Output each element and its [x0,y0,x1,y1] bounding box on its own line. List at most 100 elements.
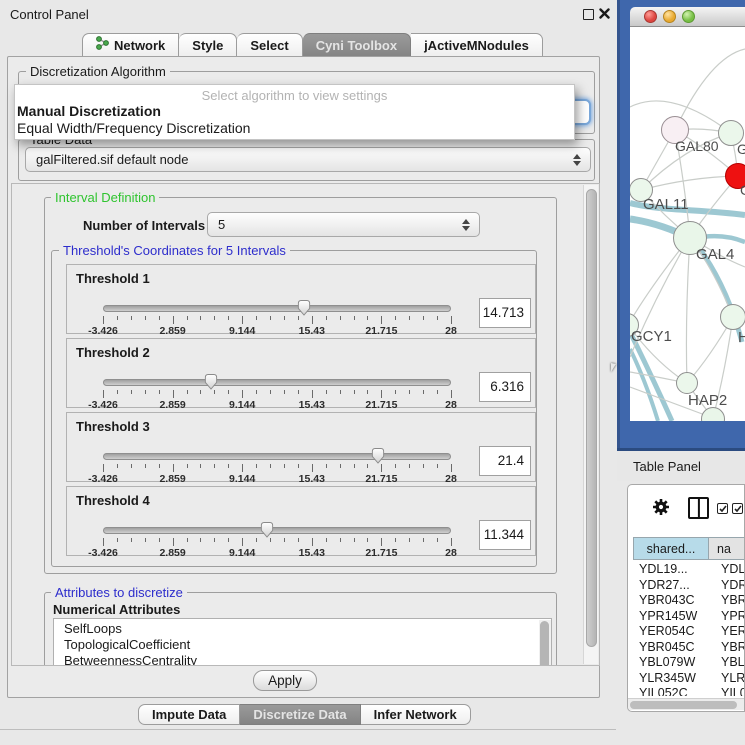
threshold-slider[interactable]: -3.4262.8599.14415.4321.71528 [103,525,451,555]
network-node-label: GAL11 [643,196,689,213]
slider-track[interactable] [103,305,451,312]
table-panel-title: Table Panel [633,459,701,474]
control-panel: Control Panel Network Style Select Cyni … [0,0,616,730]
network-canvas[interactable]: GAL80GCGAL11GAL4GCY1HHAP2 [630,27,745,421]
table-panel-titlebar: Table Panel [617,451,745,481]
slider-ticks [103,390,451,399]
threshold-label: Threshold 4 [76,493,150,508]
table-row[interactable]: YBL079WYBL0 [633,655,745,671]
slider-track[interactable] [103,453,451,460]
gear-icon[interactable] [652,498,670,519]
threshold-label: Threshold 2 [76,345,150,360]
table-header-row: shared... na [633,537,745,560]
algorithm-placeholder: Select algorithm to view settings [15,85,574,103]
slider-tick-labels: -3.4262.8599.14415.4321.71528 [103,325,451,337]
tab-impute-data[interactable]: Impute Data [138,704,240,725]
number-of-intervals-combobox[interactable]: 5 [207,212,480,237]
threshold-4-box: Threshold 4 -3.4262.8599.14415.4321.7152… [66,486,536,556]
network-node-label: H [738,329,745,346]
attribute-list-item[interactable]: SelfLoops [64,621,551,637]
table-panel: shared... na YDL19...YDL1YDR27...YDR2YBR… [627,484,745,712]
checkbox-icon[interactable] [717,503,728,514]
settings-vertical-scrollbar[interactable] [583,185,598,664]
threshold-label: Threshold 1 [76,271,150,286]
column-header-shared-name[interactable]: shared... [633,537,709,560]
list-scrollbar[interactable] [539,620,551,666]
threshold-3-box: Threshold 3 -3.4262.8599.14415.4321.7152… [66,412,536,482]
slider-thumb[interactable] [296,299,311,317]
popup-item-manual-discretization[interactable]: Manual Discretization [15,103,574,120]
table-data-combobox[interactable]: galFiltered.sif default node [25,147,591,172]
combo-stepper-icon [462,219,470,231]
table-row[interactable]: YBR043CYBR0 [633,593,745,609]
table-row[interactable]: YPR145WYPR1 [633,609,745,625]
threshold-value-field[interactable]: 6.316 [479,372,531,402]
close-traffic-light[interactable] [644,10,657,23]
attributes-group-title: Attributes to discretize [51,585,187,600]
threshold-slider[interactable]: -3.4262.8599.14415.4321.71528 [103,377,451,407]
network-node[interactable] [676,372,698,394]
table-row[interactable]: YDR27...YDR2 [633,578,745,594]
table-row[interactable]: YIL052CYIL0 [633,686,745,696]
slider-thumb[interactable] [203,373,218,391]
close-icon[interactable] [599,7,610,22]
table-row[interactable]: YLR345WYLR3 [633,671,745,687]
thresholds-group-title: Threshold's Coordinates for 5 Intervals [59,243,290,258]
interval-definition-title: Interval Definition [51,190,159,205]
scrollbar-thumb[interactable] [630,701,737,709]
attribute-list-item[interactable]: TopologicalCoefficient [64,637,551,653]
network-node-label: GCY1 [631,328,672,345]
bottom-tab-bar: Impute Data Discretize Data Infer Networ… [138,704,471,725]
slider-track[interactable] [103,379,451,386]
tab-infer-network[interactable]: Infer Network [361,704,471,725]
float-window-icon[interactable] [583,9,594,20]
tab-network[interactable]: Network [82,33,179,57]
slider-thumb[interactable] [370,447,385,465]
table-horizontal-scrollbar[interactable] [628,698,744,710]
discretization-algorithm-title: Discretization Algorithm [26,64,170,79]
checkbox-icon[interactable] [732,503,743,514]
table-row[interactable]: YER054CYER0 [633,624,745,640]
threshold-1-box: Threshold 1 -3.4262.8599.14415.4321.7152… [66,264,536,334]
threshold-value-field[interactable]: 11.344 [479,520,531,550]
network-node-label: GAL4 [696,246,734,263]
slider-tick-labels: -3.4262.8599.14415.4321.71528 [103,399,451,411]
slider-track[interactable] [103,527,451,534]
threshold-slider[interactable]: -3.4262.8599.14415.4321.71528 [103,451,451,481]
network-node-label: G [737,141,745,157]
zoom-traffic-light[interactable] [682,10,695,23]
settings-scroll-area: Interval Definition Number of Intervals … [11,183,600,666]
network-node-label: HAP2 [688,392,727,409]
network-node[interactable] [720,304,745,330]
threshold-value-field[interactable]: 21.4 [479,446,531,476]
panel-title: Control Panel [10,7,89,22]
top-tab-bar: Network Style Select Cyni Toolbox jActiv… [82,33,543,57]
tab-style[interactable]: Style [179,33,237,57]
slider-thumb[interactable] [259,521,274,539]
threshold-label: Threshold 3 [76,419,150,434]
table-row[interactable]: YBR045CYBR0 [633,640,745,656]
tab-jactivemnodules[interactable]: jActiveMNodules [411,33,543,57]
network-window-titlebar[interactable] [630,7,745,27]
threshold-slider[interactable]: -3.4262.8599.14415.4321.71528 [103,303,451,333]
minimize-traffic-light[interactable] [663,10,676,23]
tab-discretize-data[interactable]: Discretize Data [240,704,360,725]
threshold-value-field[interactable]: 14.713 [479,298,531,328]
tab-select[interactable]: Select [237,33,302,57]
network-graph-icon [96,35,109,57]
apply-button[interactable]: Apply [253,670,317,691]
combo-stepper-icon [573,154,581,166]
slider-tick-labels: -3.4262.8599.14415.4321.71528 [103,547,451,559]
popup-item-equal-width-frequency[interactable]: Equal Width/Frequency Discretization [15,120,574,137]
column-header-name[interactable]: na [709,537,745,560]
numerical-attributes-list: SelfLoopsTopologicalCoefficientBetweenne… [53,618,552,666]
scrollbar-thumb[interactable] [586,189,597,647]
slider-ticks [103,538,451,547]
table-rows: YDL19...YDL1YDR27...YDR2YBR043CYBR0YPR14… [633,562,745,696]
table-row[interactable]: YDL19...YDL1 [633,562,745,578]
slider-ticks [103,464,451,473]
tab-cyni-toolbox[interactable]: Cyni Toolbox [303,33,411,57]
split-columns-icon[interactable] [688,497,709,519]
number-of-intervals-label: Number of Intervals [83,218,205,233]
attribute-list-item[interactable]: BetweennessCentrality [64,653,551,666]
